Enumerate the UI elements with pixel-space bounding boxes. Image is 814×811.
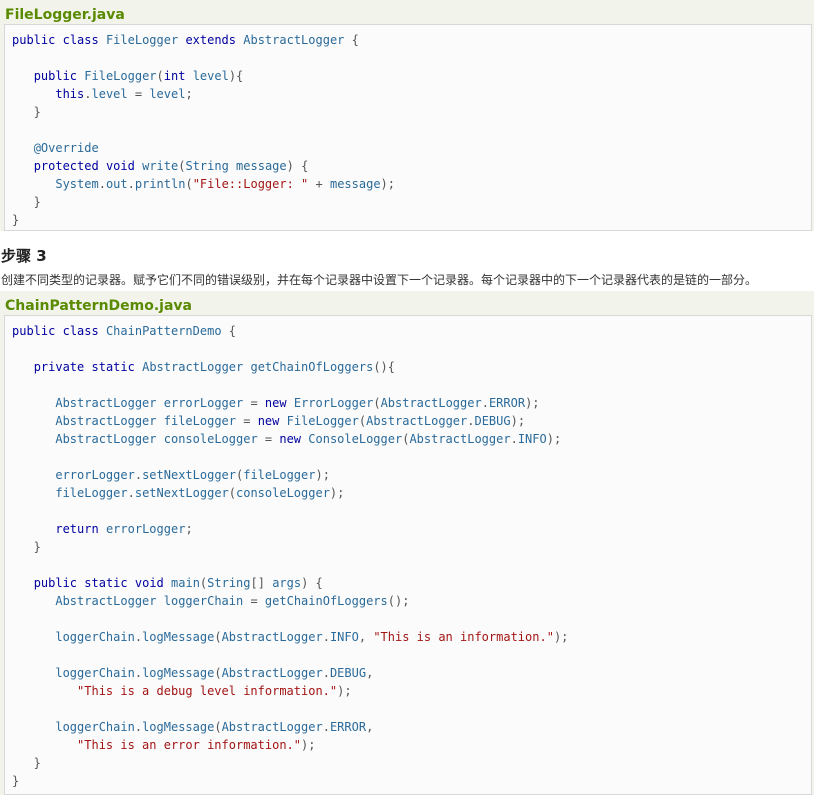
- file2-code-block[interactable]: public class ChainPatternDemo { private …: [4, 315, 812, 795]
- code-line: }: [12, 756, 41, 770]
- code-line: fileLogger.setNextLogger(consoleLogger);: [55, 486, 345, 500]
- code-line: AbstractLogger fileLogger = new FileLogg…: [55, 414, 526, 428]
- step-description: 创建不同类型的记录器。赋予它们不同的错误级别，并在每个记录器中设置下一个记录器。…: [1, 273, 758, 287]
- code-line: this.level = level;: [55, 87, 193, 101]
- file2-title: ChainPatternDemo.java: [0, 291, 814, 315]
- code-line: public FileLogger(int level){: [33, 69, 244, 83]
- code-line: }: [12, 774, 20, 788]
- file1-title: FileLogger.java: [0, 0, 814, 24]
- code-line: public class FileLogger extends Abstract…: [12, 33, 359, 47]
- code-line: }: [12, 195, 41, 209]
- code-line: public class ChainPatternDemo {: [12, 324, 236, 338]
- code-line: @Override: [33, 141, 99, 155]
- file1-section: FileLogger.java public class FileLogger …: [0, 0, 814, 231]
- code-line: AbstractLogger loggerChain = getChainOfL…: [55, 594, 410, 608]
- code-line: AbstractLogger errorLogger = new ErrorLo…: [55, 396, 540, 410]
- code-line: "This is a debug level information.");: [77, 684, 352, 698]
- code-line: protected void write(String message) {: [33, 159, 309, 173]
- step-title: 步骤 3: [1, 247, 47, 265]
- file2-section: ChainPatternDemo.java public class Chain…: [0, 291, 814, 795]
- code-line: "This is an error information.");: [77, 738, 316, 752]
- code-line: }: [12, 540, 41, 554]
- code-line: loggerChain.logMessage(AbstractLogger.DE…: [55, 666, 374, 680]
- file1-code-block[interactable]: public class FileLogger extends Abstract…: [4, 24, 812, 231]
- code-line: public static void main(String[] args) {: [33, 576, 323, 590]
- code-line: return errorLogger;: [55, 522, 193, 536]
- code-line: private static AbstractLogger getChainOf…: [33, 360, 395, 374]
- code-line: System.out.println("File::Logger: " + me…: [55, 177, 395, 191]
- code-line: }: [12, 213, 20, 227]
- code-line: errorLogger.setNextLogger(fileLogger);: [55, 468, 330, 482]
- code-line: AbstractLogger consoleLogger = new Conso…: [55, 432, 562, 446]
- code-line: loggerChain.logMessage(AbstractLogger.IN…: [55, 630, 569, 644]
- code-line: }: [12, 105, 41, 119]
- code-line: loggerChain.logMessage(AbstractLogger.ER…: [55, 720, 374, 734]
